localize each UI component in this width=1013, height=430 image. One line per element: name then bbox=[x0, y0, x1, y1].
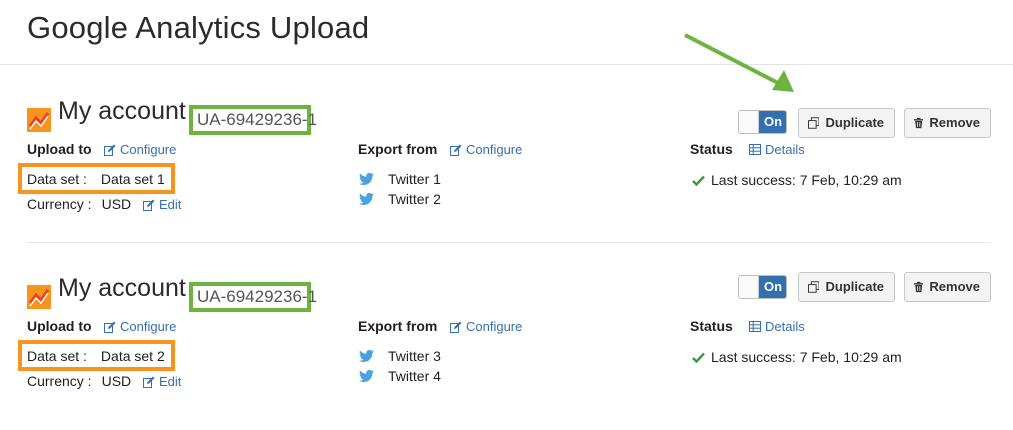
check-icon bbox=[692, 175, 705, 186]
export-from-heading: Export from bbox=[358, 141, 438, 157]
currency-value: USD bbox=[101, 196, 132, 212]
edit-icon bbox=[143, 199, 155, 211]
source-name: Twitter 4 bbox=[388, 368, 441, 384]
status-text: Last success: 7 Feb, 10:29 am bbox=[711, 172, 902, 188]
trash-icon bbox=[914, 117, 924, 129]
table-icon bbox=[749, 144, 761, 155]
twitter-bird-icon bbox=[359, 173, 374, 185]
edit-label: Edit bbox=[159, 374, 182, 389]
upload-to-heading: Upload to bbox=[27, 141, 92, 157]
duplicate-button[interactable]: Duplicate bbox=[798, 272, 895, 302]
account-name[interactable]: My account bbox=[58, 97, 186, 126]
enable-toggle[interactable]: On bbox=[738, 110, 787, 134]
upload-configure-label: Configure bbox=[120, 142, 177, 157]
duplicate-button[interactable]: Duplicate bbox=[798, 108, 895, 138]
account-name[interactable]: My account bbox=[58, 274, 186, 303]
analytics-chart-icon bbox=[27, 285, 51, 309]
title-divider bbox=[0, 64, 1013, 65]
page-title: Google Analytics Upload bbox=[27, 10, 370, 45]
export-configure-label: Configure bbox=[466, 142, 523, 157]
currency-key: Currency : bbox=[27, 373, 92, 389]
details-label: Details bbox=[765, 142, 805, 157]
property-id: UA-69429236-1 bbox=[189, 105, 317, 135]
toggle-on-label: On bbox=[759, 111, 786, 133]
remove-button[interactable]: Remove bbox=[904, 272, 991, 302]
remove-button[interactable]: Remove bbox=[904, 108, 991, 138]
status-message: Last success: 7 Feb, 10:29 am bbox=[692, 172, 902, 188]
status-message: Last success: 7 Feb, 10:29 am bbox=[692, 349, 902, 365]
twitter-bird-icon bbox=[359, 350, 374, 362]
export-configure-link[interactable]: Configure bbox=[450, 319, 522, 334]
upload-configure-label: Configure bbox=[120, 319, 177, 334]
dataset-highlight-box bbox=[18, 340, 175, 371]
edit-icon bbox=[450, 321, 462, 333]
edit-label: Edit bbox=[159, 197, 182, 212]
status-heading: Status bbox=[690, 141, 733, 157]
trash-icon bbox=[914, 281, 924, 293]
export-from-heading: Export from bbox=[358, 318, 438, 334]
duplicate-label: Duplicate bbox=[825, 279, 884, 294]
source-item[interactable]: Twitter 4 bbox=[359, 368, 441, 384]
status-text: Last success: 7 Feb, 10:29 am bbox=[711, 349, 902, 365]
currency-edit-link[interactable]: Edit bbox=[143, 374, 181, 389]
source-name: Twitter 2 bbox=[388, 191, 441, 207]
edit-icon bbox=[450, 144, 462, 156]
twitter-bird-icon bbox=[359, 193, 374, 205]
currency-row: Currency : USD bbox=[27, 196, 131, 212]
currency-value: USD bbox=[101, 373, 132, 389]
edit-icon bbox=[104, 321, 116, 333]
enable-toggle[interactable]: On bbox=[738, 275, 787, 299]
check-icon bbox=[692, 352, 705, 363]
source-name: Twitter 1 bbox=[388, 171, 441, 187]
details-link[interactable]: Details bbox=[749, 319, 805, 334]
property-id: UA-69429236-1 bbox=[189, 282, 317, 312]
source-item[interactable]: Twitter 2 bbox=[359, 191, 441, 207]
table-icon bbox=[749, 321, 761, 332]
export-configure-label: Configure bbox=[466, 319, 523, 334]
details-label: Details bbox=[765, 319, 805, 334]
remove-label: Remove bbox=[929, 115, 980, 130]
twitter-bird-icon bbox=[359, 370, 374, 382]
source-name: Twitter 3 bbox=[388, 348, 441, 364]
edit-icon bbox=[104, 144, 116, 156]
section-divider bbox=[27, 242, 991, 243]
upload-to-heading: Upload to bbox=[27, 318, 92, 334]
toggle-on-label: On bbox=[759, 276, 786, 298]
copy-icon bbox=[808, 281, 820, 293]
source-item[interactable]: Twitter 3 bbox=[359, 348, 441, 364]
analytics-chart-icon bbox=[27, 108, 51, 132]
upload-configure-link[interactable]: Configure bbox=[104, 319, 176, 334]
remove-label: Remove bbox=[929, 279, 980, 294]
currency-edit-link[interactable]: Edit bbox=[143, 197, 181, 212]
export-configure-link[interactable]: Configure bbox=[450, 142, 522, 157]
status-heading: Status bbox=[690, 318, 733, 334]
currency-row: Currency : USD bbox=[27, 373, 131, 389]
upload-configure-link[interactable]: Configure bbox=[104, 142, 176, 157]
copy-icon bbox=[808, 117, 820, 129]
edit-icon bbox=[143, 376, 155, 388]
toggle-knob bbox=[739, 111, 759, 133]
details-link[interactable]: Details bbox=[749, 142, 805, 157]
source-item[interactable]: Twitter 1 bbox=[359, 171, 441, 187]
currency-key: Currency : bbox=[27, 196, 92, 212]
annotation-arrow-icon bbox=[684, 33, 794, 92]
dataset-highlight-box bbox=[18, 163, 175, 194]
duplicate-label: Duplicate bbox=[825, 115, 884, 130]
toggle-knob bbox=[739, 276, 759, 298]
